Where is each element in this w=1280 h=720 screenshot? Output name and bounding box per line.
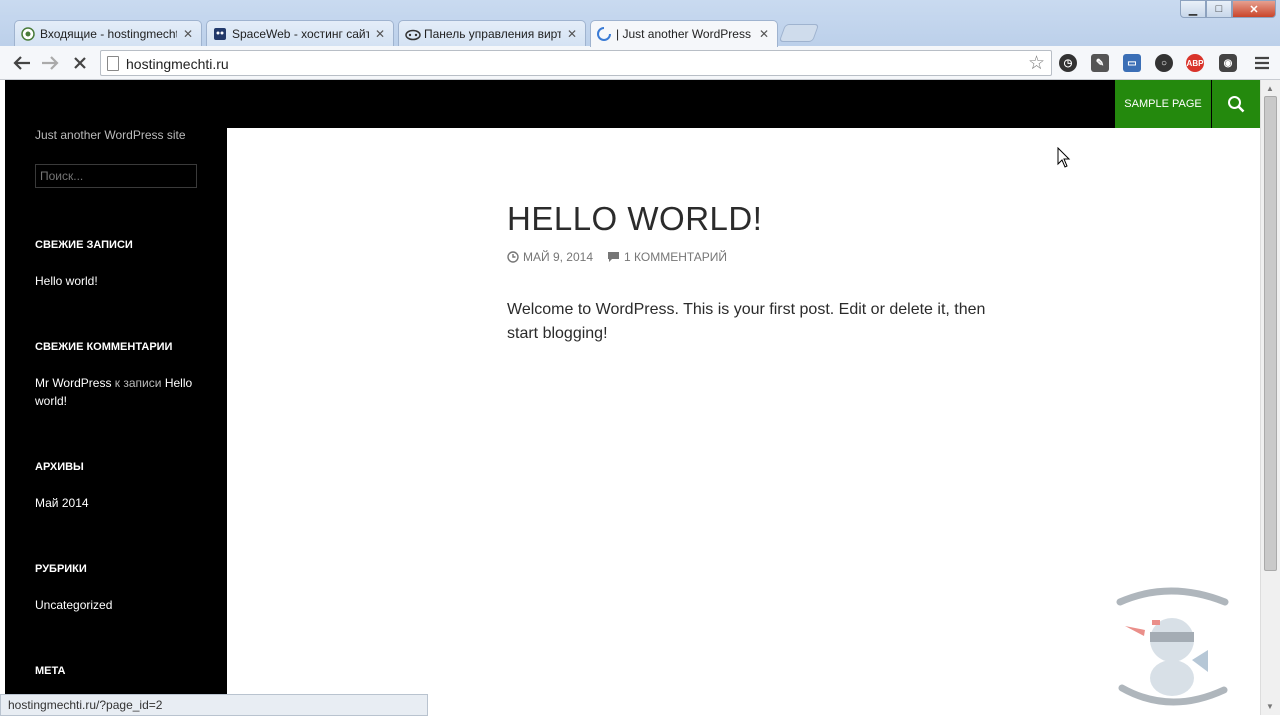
browser-toolbar: hostingmechti.ru ☆ ◷ ✎ ▭ ○ ABP ◉ [0,46,1280,80]
post-comments-text: 1 КОММЕНТАРИЙ [624,250,728,264]
post-body: Welcome to WordPress. This is your first… [507,301,986,342]
sidebar: Just another WordPress site СВЕЖИЕ ЗАПИС… [5,128,227,715]
scroll-up-icon[interactable]: ▲ [1266,84,1274,93]
evernote-extension-icon[interactable]: ✎ [1091,54,1109,72]
stop-x-icon [74,57,86,69]
clock-extension-icon[interactable]: ◷ [1059,54,1077,72]
web-page: SAMPLE PAGE Just another WordPress site … [5,80,1260,715]
page-icon [107,56,119,71]
widget-title-archives: АРХИВЫ [35,461,84,473]
page-scrollbar[interactable]: ▲ ▼ [1260,80,1280,715]
tab-inbox[interactable]: Входящие - hostingmechti ✕ [14,20,202,46]
mouse-cursor-icon [1057,147,1071,168]
close-tab-icon[interactable]: ✕ [565,27,579,41]
widget-title-recent-posts: СВЕЖИЕ ЗАПИСИ [35,239,133,251]
menu-button[interactable] [1250,51,1274,75]
scroll-thumb[interactable] [1264,96,1277,571]
spaceweb-favicon-icon [213,27,227,41]
post-meta: МАЙ 9, 2014 1 КОММЕНТАРИЙ [507,250,741,264]
nav-sample-page[interactable]: SAMPLE PAGE [1115,80,1211,128]
clock-icon [507,251,519,263]
close-tab-icon[interactable]: ✕ [757,27,771,41]
widget-title-meta: МЕТА [35,665,66,677]
browser-chrome: Входящие - hostingmechti ✕ SpaceWeb - хо… [0,0,1280,80]
site-description: Just another WordPress site [35,128,186,142]
bookmark-star-icon[interactable]: ☆ [1028,52,1045,75]
close-window-button[interactable]: ✕ [1232,0,1276,18]
url-text[interactable]: hostingmechti.ru [126,56,229,72]
mail-favicon-icon [21,26,35,41]
tab-control-panel[interactable]: Панель управления вирт ✕ [398,20,586,46]
forward-arrow-icon [42,56,59,70]
post-date[interactable]: МАЙ 9, 2014 [507,250,593,264]
gamepad-favicon-icon [405,27,421,41]
scroll-down-icon[interactable]: ▼ [1266,702,1274,711]
maximize-button[interactable]: □ [1206,0,1232,18]
stop-button[interactable] [68,51,92,75]
back-arrow-icon [13,56,30,70]
recent-post-link[interactable]: Hello world! [35,272,205,290]
status-bar: hostingmechti.ru/?page_id=2 [0,694,428,716]
comment-author-link[interactable]: Mr WordPress [35,376,111,390]
back-button[interactable] [10,51,34,75]
widget-title-categories: РУБРИКИ [35,563,87,575]
close-tab-icon[interactable]: ✕ [181,27,195,41]
category-link[interactable]: Uncategorized [35,596,205,614]
comment-connector: к записи [114,376,162,390]
ninja-watermark-logo [1100,580,1240,715]
folder-extension-icon[interactable]: ▭ [1123,54,1141,72]
post-date-text: МАЙ 9, 2014 [523,250,593,264]
address-bar[interactable]: hostingmechti.ru ☆ [100,50,1052,76]
post-title[interactable]: HELLO WORLD! [507,200,762,238]
search-icon [1228,96,1245,113]
hamburger-menu-icon [1255,56,1269,70]
site-header: SAMPLE PAGE [5,80,1260,128]
tab-wordpress[interactable]: | Just another WordPress s ✕ [590,20,778,47]
minimize-button[interactable]: ▁ [1180,0,1206,18]
widget-title-recent-comments: СВЕЖИЕ КОММЕНТАРИИ [35,341,173,353]
ring-extension-icon[interactable]: ○ [1155,54,1173,72]
header-search-button[interactable] [1212,80,1260,128]
tab-strip: Входящие - hostingmechti ✕ SpaceWeb - хо… [0,0,1280,47]
comment-bubble-icon [608,252,619,262]
owl-extension-icon[interactable]: ◉ [1219,54,1237,72]
loading-spinner-icon [597,27,611,41]
post-comments[interactable]: 1 КОММЕНТАРИЙ [607,250,727,264]
sidebar-search-input[interactable] [35,164,197,188]
recent-comment: Mr WordPress к записи Hello world! [35,374,205,410]
adblock-extension-icon[interactable]: ABP [1186,54,1204,72]
forward-button[interactable] [38,51,62,75]
tab-label: Панель управления вирт [424,26,561,41]
tab-spaceweb[interactable]: SpaceWeb - хостинг сайт ✕ [206,20,394,46]
archive-link[interactable]: Май 2014 [35,494,205,512]
new-tab-button[interactable] [778,24,820,42]
tab-label: | Just another WordPress s [616,27,753,41]
tab-label: Входящие - hostingmechti [40,26,177,41]
tab-label: SpaceWeb - хостинг сайт [232,26,369,41]
close-tab-icon[interactable]: ✕ [373,27,387,41]
